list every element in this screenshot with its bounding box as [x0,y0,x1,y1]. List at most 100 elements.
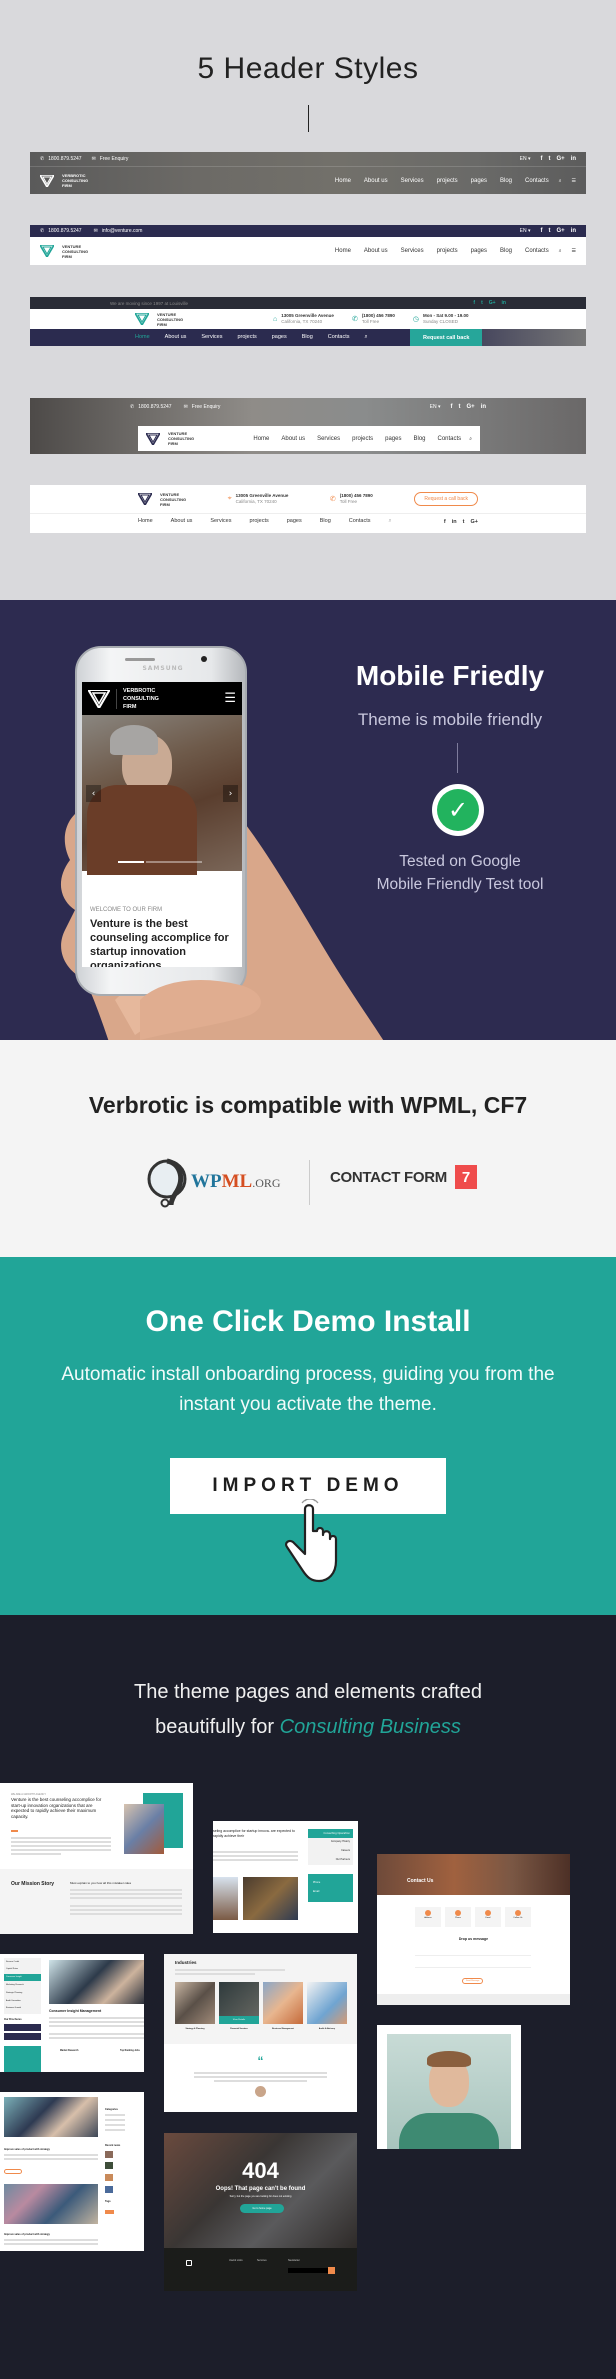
nav-projects[interactable]: projects [237,334,256,341]
service-page-screenshot[interactable]: seling accomplice for startup innova- ar… [213,1821,358,1933]
nav-about[interactable]: About us [171,518,193,525]
nav-home[interactable]: Home [253,436,269,442]
logo[interactable]: VENTURE CONSULTING FIRM [40,244,88,259]
twitter-icon[interactable]: t [548,228,550,234]
wpml-logo[interactable]: WPML.ORG [145,1155,281,1209]
nav-services[interactable]: Services [201,334,222,341]
contact-form-7-logo[interactable]: CONTACT FORM 7 [330,1165,477,1189]
twitter-icon[interactable]: t [458,404,460,410]
google-plus-icon[interactable]: G+ [556,228,564,234]
header-style-2: ✆ 1800.879.5247 ✉ info@venture.com EN ▾ … [30,225,586,265]
linkedin-icon[interactable]: in [481,404,486,410]
nav-about[interactable]: About us [281,436,305,442]
menu-icon[interactable]: ☰ [572,248,576,254]
logo[interactable]: VERBROTIC CONSULTING FIRM [40,173,88,188]
language-select[interactable]: EN ▾ [520,228,531,234]
industries-page-screenshot[interactable]: Industries View Details Strategy & Plann… [164,1954,357,2112]
nav-blog[interactable]: Blog [320,518,331,525]
divider-line [457,743,458,773]
slider-prev-arrow[interactable]: ‹ [86,785,101,802]
nav-pages[interactable]: pages [272,334,287,341]
nav-home[interactable]: Home [135,334,150,341]
tested-text: Tested on Google Mobile Friendly Test to… [340,850,580,896]
nav-pages[interactable]: pages [287,518,302,525]
nav-home[interactable]: Home [335,178,351,184]
nav-about[interactable]: About us [364,178,388,184]
facebook-icon[interactable]: f [450,404,452,410]
hamburger-menu-icon[interactable]: ☰ [224,691,236,706]
twitter-icon[interactable]: t [463,519,465,525]
logo[interactable]: VENTURE CONSULTING FIRM [138,492,186,507]
search-icon[interactable]: ⌕ [559,248,562,254]
service-menu-item: Company History [330,1840,350,1843]
nav-projects[interactable]: projects [352,436,373,442]
language-select[interactable]: EN ▾ [430,404,441,410]
nav-pages[interactable]: pages [471,178,487,184]
nav-contacts[interactable]: Contacts [328,334,350,341]
nav-services[interactable]: Services [317,436,340,442]
facebook-icon[interactable]: f [473,300,475,306]
nav-projects[interactable]: projects [437,248,458,254]
nav-blog[interactable]: Blog [500,248,512,254]
nav-blog[interactable]: Blog [500,178,512,184]
nav-about[interactable]: About us [364,248,388,254]
nav-contacts[interactable]: Contacts [525,248,549,254]
nav-home[interactable]: Home [138,518,153,525]
nav-projects[interactable]: projects [249,518,268,525]
phone-number: 1800.879.5247 [138,404,172,410]
linkedin-icon[interactable]: in [502,300,506,306]
contact-page-screenshot[interactable]: Contact Us Address Phone Email Follow Us… [377,1854,570,2005]
blog-page-screenshot[interactable]: Improve sales of product with strategy I… [0,2092,144,2251]
slider-next-arrow[interactable]: › [223,785,238,802]
linkedin-icon[interactable]: in [571,156,576,162]
facebook-icon[interactable]: f [540,156,542,162]
request-callback-button[interactable]: Request call back [410,329,483,346]
search-icon[interactable]: ⌕ [559,178,562,184]
nav-blog[interactable]: Blog [413,436,425,442]
twitter-icon[interactable]: t [548,156,550,162]
nav-pages[interactable]: pages [385,436,401,442]
nav-services[interactable]: Services [401,248,424,254]
google-plus-icon[interactable]: G+ [489,300,496,306]
service-detail-screenshot[interactable]: Finance Credit Capital Rates Consumer In… [0,1954,144,2072]
nav-about[interactable]: About us [165,334,187,341]
twitter-icon[interactable]: t [481,300,483,306]
nav-home[interactable]: Home [335,248,351,254]
google-plus-icon[interactable]: G+ [471,519,479,525]
logo[interactable]: VENTURE CONSULTING FIRM [146,431,194,446]
google-plus-icon[interactable]: G+ [466,404,474,410]
linkedin-icon[interactable]: in [571,228,576,234]
mobile-subtitle: Theme is mobile friendly [357,710,543,729]
nav-contacts[interactable]: Contacts [438,436,462,442]
checkmark-icon: ✓ [437,789,479,831]
error-404-screenshot[interactable]: 404 Oops! That page can't be found Sorry… [164,2133,357,2291]
nav-blog[interactable]: Blog [302,334,313,341]
language-select[interactable]: EN ▾ [520,156,531,162]
nav-contacts[interactable]: Contacts [525,178,549,184]
search-icon[interactable]: ⌕ [388,518,391,525]
nav-contacts[interactable]: Contacts [349,518,371,525]
facebook-icon[interactable]: f [444,519,446,525]
sidebar-menu-item: Strategic Planning [6,1992,23,1994]
hero-slider: ‹ › [82,715,242,875]
slider-indicator[interactable] [146,861,202,863]
slider-indicator-active[interactable] [118,861,144,863]
google-plus-icon[interactable]: G+ [556,156,564,162]
search-icon[interactable]: ⌕ [469,436,472,442]
enquiry-link[interactable]: Free Enquiry [100,156,129,162]
request-callback-button[interactable]: Request a call back [414,492,478,506]
email-link[interactable]: info@venture.com [102,228,143,234]
team-member-screenshot[interactable] [377,2025,521,2149]
facebook-icon[interactable]: f [540,228,542,234]
nav-pages[interactable]: pages [471,248,487,254]
nav-services[interactable]: Services [401,178,424,184]
nav-services[interactable]: Services [210,518,231,525]
logo[interactable]: VENTURE CONSULTING FIRM [135,312,255,327]
nav-projects[interactable]: projects [437,178,458,184]
search-icon[interactable]: ⌕ [364,334,367,341]
enquiry-link[interactable]: Free Enquiry [192,404,221,410]
clock-icon: ◷ [412,316,419,323]
about-page-screenshot[interactable]: WE ARE A GROWTH AGENCY Venture is the be… [0,1783,193,1934]
menu-icon[interactable]: ☰ [572,178,576,184]
linkedin-icon[interactable]: in [452,519,457,525]
